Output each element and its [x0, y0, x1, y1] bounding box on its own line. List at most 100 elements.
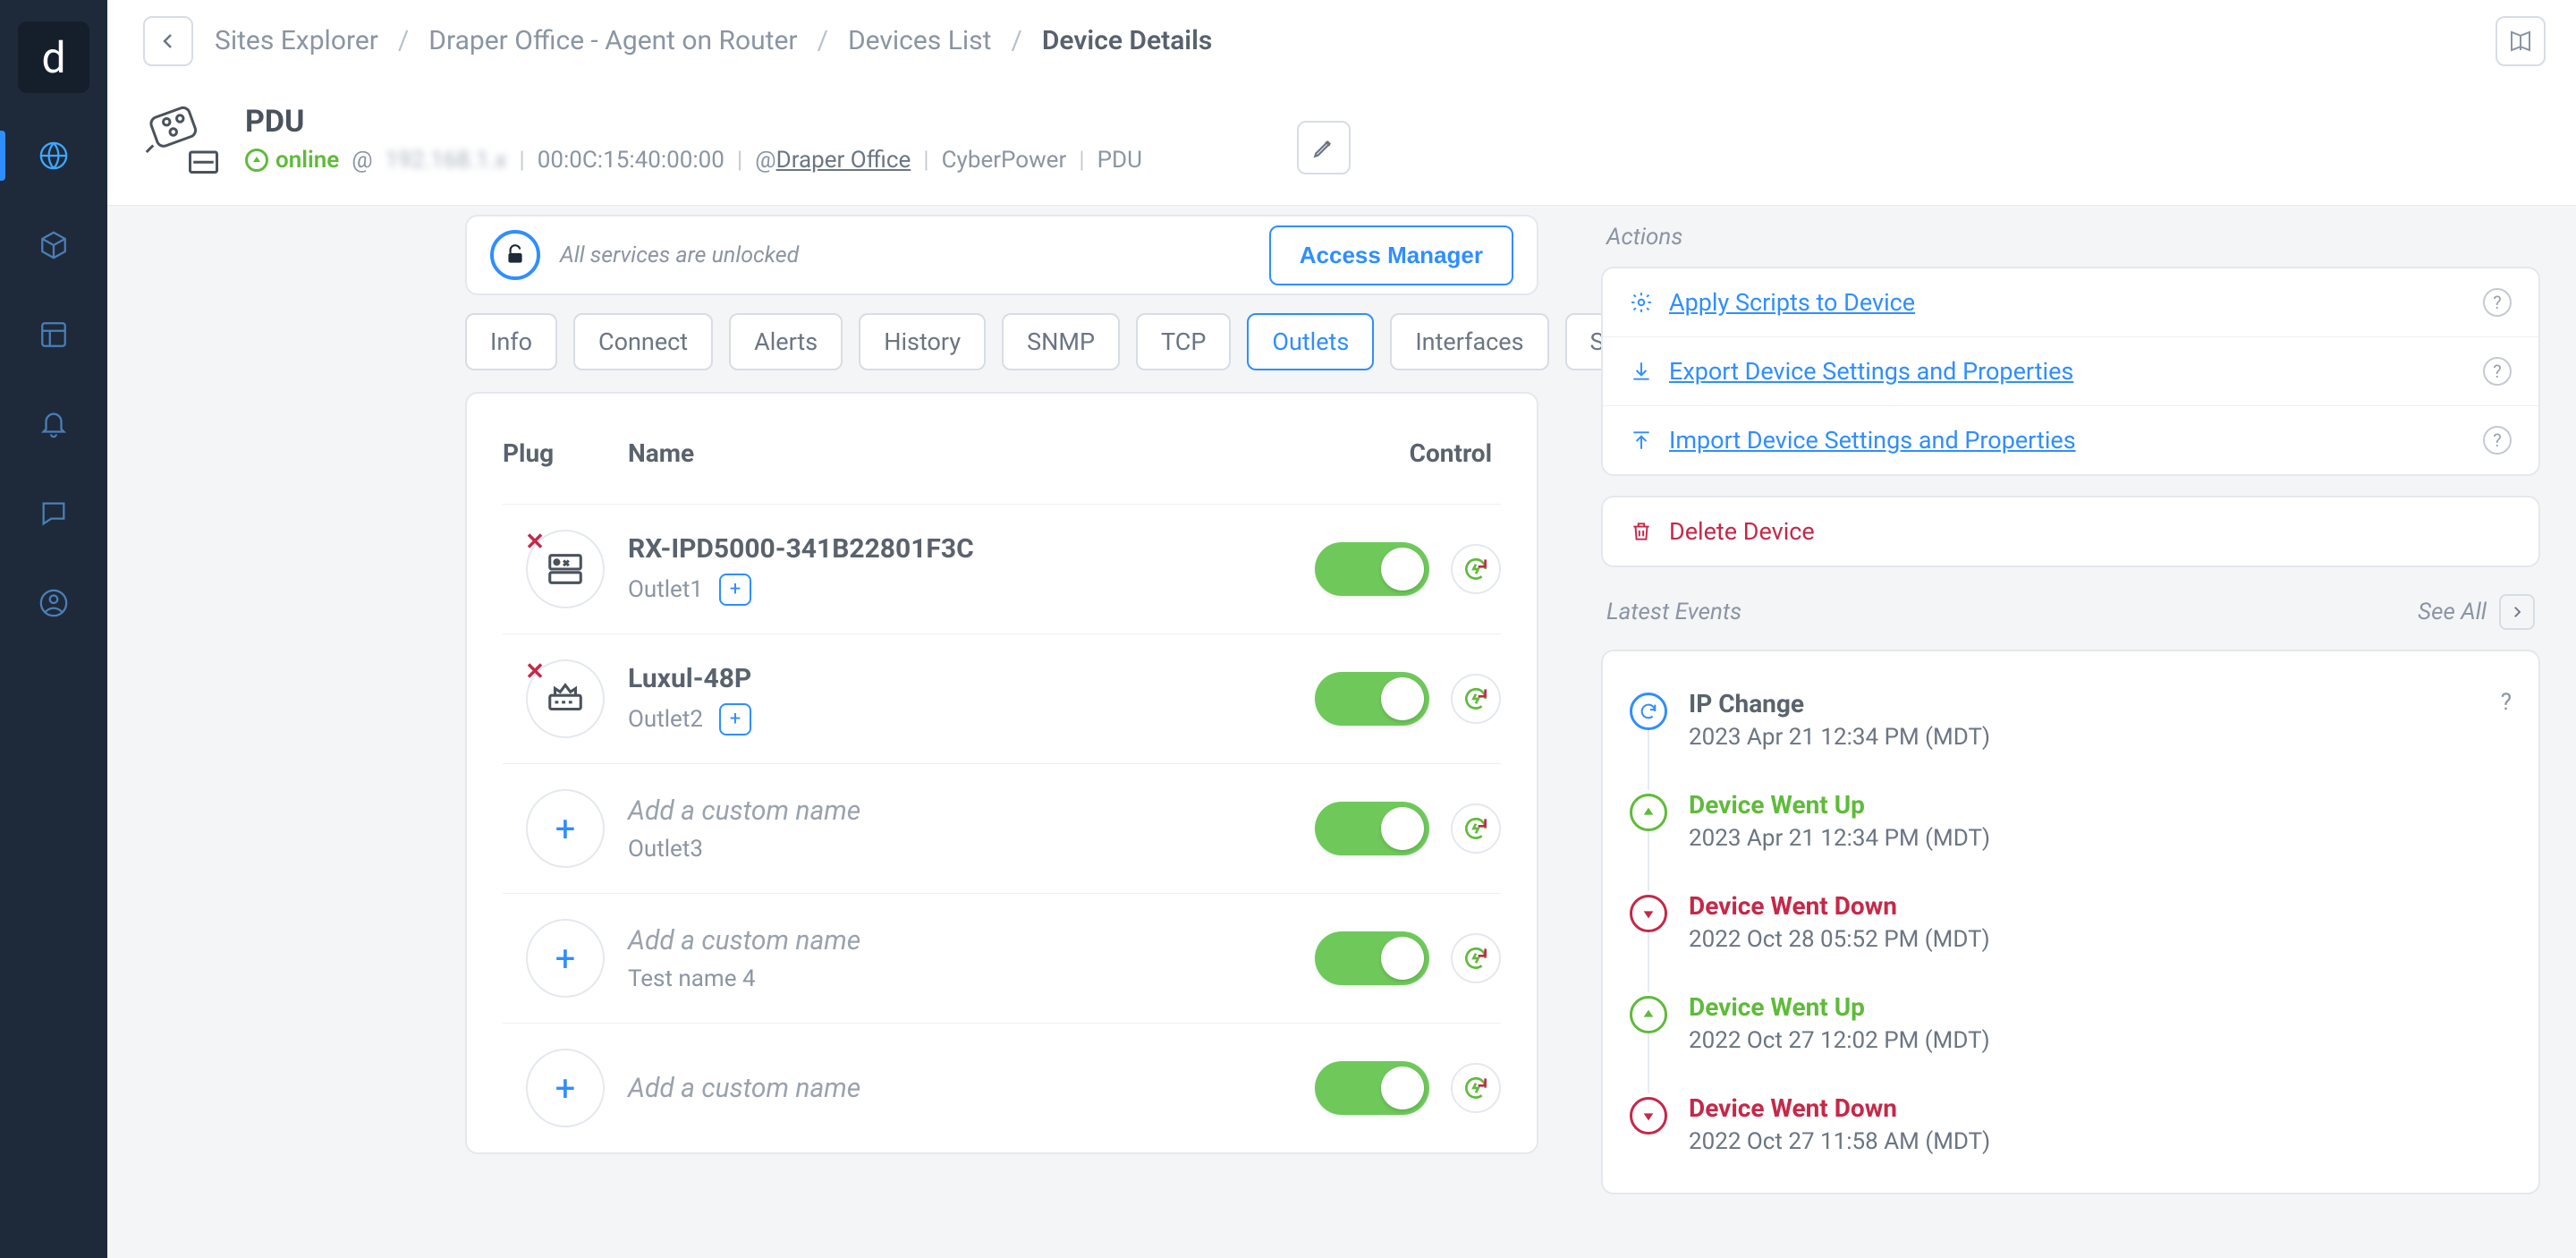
event-row: Device Went Down 2022 Oct 27 11:58 AM (M…	[1630, 1074, 2512, 1175]
outlet-row: + Add a custom name Outlet3	[503, 763, 1501, 893]
add-tag-button[interactable]: +	[719, 703, 751, 735]
arrow-down-circle-icon	[1630, 895, 1667, 932]
plug-device-icon[interactable]: ✕	[526, 530, 605, 608]
tab-history[interactable]: History	[859, 313, 986, 370]
event-title: Device Went Down	[1689, 891, 1990, 921]
outlet-toggle[interactable]	[1315, 802, 1429, 855]
status-text: online	[275, 147, 339, 174]
action-import[interactable]: Import Device Settings and Properties	[1669, 426, 2076, 455]
power-cycle-button[interactable]	[1451, 1063, 1501, 1113]
outlet-row: ✕ RX-IPD5000-341B22801F3C Outlet1+	[503, 504, 1501, 633]
tab-connect[interactable]: Connect	[573, 313, 713, 370]
device-type: PDU	[1097, 147, 1142, 174]
arrow-up-circle-icon	[1630, 996, 1667, 1033]
services-bar: All services are unlocked Access Manager	[465, 215, 1538, 295]
book-icon	[2507, 28, 2534, 55]
services-message: All services are unlocked	[560, 242, 799, 268]
nav-bell-icon[interactable]	[36, 406, 72, 442]
help-icon[interactable]: ?	[2483, 426, 2512, 455]
access-manager-button[interactable]: Access Manager	[1269, 225, 1513, 285]
event-time: 2022 Oct 28 05:52 PM (MDT)	[1689, 926, 1990, 953]
device-header: PDU online @ 192.168.1.x | 00:0C:15:40:0…	[143, 98, 1142, 179]
add-plug-button[interactable]: +	[526, 789, 605, 868]
breadcrumb-current: Device Details	[1042, 25, 1212, 56]
outlet-toggle[interactable]	[1315, 1061, 1429, 1115]
event-row: IP Change 2023 Apr 21 12:34 PM (MDT) ?	[1630, 669, 2512, 770]
tab-interfaces[interactable]: Interfaces	[1390, 313, 1548, 370]
actions-card: Apply Scripts to Device ? Export Device …	[1601, 267, 2540, 476]
outlet-row: + Add a custom name Test name 4	[503, 893, 1501, 1023]
device-ip: 192.168.1.x	[386, 147, 507, 174]
remove-plug-icon[interactable]: ✕	[519, 526, 551, 558]
breadcrumb: Sites Explorer / Draper Office - Agent o…	[215, 25, 1212, 56]
event-help[interactable]: ?	[2501, 689, 2512, 751]
help-icon[interactable]: ?	[2483, 357, 2512, 386]
arrow-down-circle-icon	[1630, 1097, 1667, 1135]
trash-icon	[1630, 520, 1653, 543]
nav-sites-icon[interactable]	[36, 138, 72, 174]
outlet-name-placeholder[interactable]: Add a custom name	[628, 795, 1277, 827]
add-plug-button[interactable]: +	[526, 919, 605, 998]
see-all-link[interactable]: See All	[2418, 594, 2535, 630]
remove-plug-icon[interactable]: ✕	[519, 656, 551, 688]
outlet-toggle[interactable]	[1315, 542, 1429, 596]
app-logo[interactable]: d	[18, 21, 89, 93]
outlet-toggle[interactable]	[1315, 672, 1429, 726]
events-title: Latest Events	[1606, 599, 1741, 625]
back-button[interactable]	[143, 16, 193, 66]
event-title: IP Change	[1689, 689, 1990, 718]
actions-title: Actions	[1606, 224, 2540, 251]
power-cycle-button[interactable]	[1451, 544, 1501, 594]
outlet-sub: Outlet3	[628, 836, 703, 863]
add-tag-button[interactable]: +	[719, 574, 751, 606]
outlet-row: + Add a custom name	[503, 1023, 1501, 1152]
breadcrumb-item[interactable]: Sites Explorer	[215, 25, 378, 56]
outlet-toggle[interactable]	[1315, 931, 1429, 985]
event-row: Device Went Up 2022 Oct 27 12:02 PM (MDT…	[1630, 973, 2512, 1074]
tab-outlets[interactable]: Outlets	[1247, 313, 1374, 370]
power-cycle-button[interactable]	[1451, 933, 1501, 983]
breadcrumb-item[interactable]: Devices List	[848, 25, 992, 56]
outlet-row: ✕ Luxul-48P Outlet2+	[503, 633, 1501, 763]
action-export[interactable]: Export Device Settings and Properties	[1669, 357, 2073, 386]
event-row: Device Went Up 2023 Apr 21 12:34 PM (MDT…	[1630, 770, 2512, 871]
status-up-icon	[245, 149, 268, 172]
nav-account-icon[interactable]	[36, 585, 72, 621]
gear-icon	[1630, 291, 1653, 314]
nav-cube-icon[interactable]	[36, 227, 72, 263]
sync-icon	[1630, 693, 1667, 730]
tab-info[interactable]: Info	[465, 313, 557, 370]
event-time: 2022 Oct 27 12:02 PM (MDT)	[1689, 1027, 1990, 1054]
action-apply-scripts[interactable]: Apply Scripts to Device	[1669, 288, 1915, 317]
breadcrumb-sep: /	[818, 25, 828, 56]
site-link[interactable]: Draper Office	[776, 147, 911, 174]
tab-alerts[interactable]: Alerts	[729, 313, 843, 370]
tabs: Info Connect Alerts History SNMP TCP Out…	[465, 313, 1538, 370]
breadcrumb-item[interactable]: Draper Office - Agent on Router	[428, 25, 797, 56]
docs-button[interactable]	[2496, 16, 2546, 66]
device-vendor: CyberPower	[942, 147, 1067, 174]
arrow-up-circle-icon	[1630, 794, 1667, 831]
outlet-sub: Outlet2	[628, 706, 703, 733]
nav-message-icon[interactable]	[36, 496, 72, 531]
action-delete[interactable]: Delete Device	[1669, 517, 1815, 546]
add-plug-button[interactable]: +	[526, 1049, 605, 1127]
edit-button[interactable]	[1297, 121, 1351, 174]
nav-dashboard-icon[interactable]	[36, 317, 72, 353]
power-cycle-button[interactable]	[1451, 674, 1501, 724]
outlet-name-placeholder[interactable]: Add a custom name	[628, 925, 1277, 956]
download-icon	[1630, 360, 1653, 383]
event-time: 2022 Oct 27 11:58 AM (MDT)	[1689, 1128, 1990, 1155]
breadcrumb-sep: /	[1011, 25, 1021, 56]
outlet-name-placeholder[interactable]: Add a custom name	[628, 1073, 1277, 1104]
event-title: Device Went Down	[1689, 1093, 1990, 1123]
tab-snmp[interactable]: SNMP	[1002, 313, 1120, 370]
event-time: 2023 Apr 21 12:34 PM (MDT)	[1689, 825, 1990, 852]
plug-device-icon[interactable]: ✕	[526, 659, 605, 738]
outlet-name: RX-IPD5000-341B22801F3C	[628, 533, 1277, 565]
tab-tcp[interactable]: TCP	[1136, 313, 1231, 370]
power-cycle-button[interactable]	[1451, 803, 1501, 854]
at-symbol: @	[352, 147, 372, 174]
col-header-name: Name	[628, 438, 1277, 468]
help-icon[interactable]: ?	[2483, 288, 2512, 317]
